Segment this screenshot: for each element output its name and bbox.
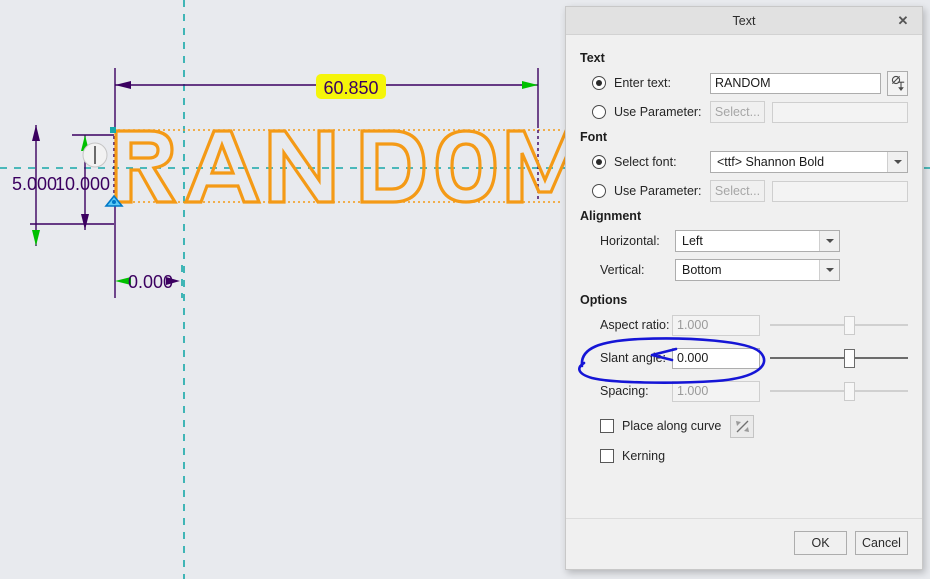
place-along-curve-row[interactable]: Place along curve bbox=[580, 414, 908, 438]
horizontal-alignment-dropdown[interactable]: Left bbox=[675, 230, 840, 252]
spacing-slider[interactable] bbox=[770, 380, 908, 402]
text-parameter-field[interactable] bbox=[772, 101, 908, 123]
text-use-parameter-row[interactable]: Use Parameter: Select... bbox=[580, 101, 908, 123]
place-along-curve-icon[interactable] bbox=[730, 414, 755, 438]
kerning-label: Kerning bbox=[622, 449, 666, 463]
horizontal-alignment-row[interactable]: Horizontal: Left bbox=[580, 230, 908, 252]
height-lower-label: 5.000 bbox=[12, 174, 57, 194]
dialog-title: Text bbox=[732, 13, 756, 28]
select-font-label: Select font: bbox=[614, 155, 677, 169]
footer-divider bbox=[566, 518, 922, 519]
slant-angle-slider-track bbox=[770, 357, 908, 359]
slant-angle-label: Slant angle: bbox=[600, 351, 667, 365]
font-dropdown[interactable]: <ttf> Shannon Bold bbox=[710, 151, 908, 173]
section-header-options: Options bbox=[580, 293, 628, 307]
aspect-ratio-slider-track bbox=[770, 324, 908, 326]
select-font-row[interactable]: Select font: <ttf> Shannon Bold bbox=[580, 151, 908, 173]
aspect-ratio-row[interactable]: Aspect ratio: bbox=[580, 314, 908, 336]
vertical-constraint-icon[interactable] bbox=[82, 142, 108, 168]
font-select-parameter-button: Select... bbox=[710, 180, 765, 202]
kerning-row[interactable]: Kerning bbox=[580, 445, 908, 467]
slant-angle-field[interactable] bbox=[672, 347, 760, 369]
vertical-alignment-row[interactable]: Vertical: Bottom bbox=[580, 259, 908, 281]
spacing-field[interactable] bbox=[672, 380, 760, 402]
font-use-parameter-label: Use Parameter: bbox=[614, 184, 702, 198]
enter-text-label: Enter text: bbox=[614, 76, 671, 90]
horizontal-alignment-label: Horizontal: bbox=[600, 234, 660, 248]
vertical-alignment-value: Bottom bbox=[682, 263, 722, 277]
section-header-alignment: Alignment bbox=[580, 209, 642, 223]
text-select-parameter-button: Select... bbox=[710, 101, 765, 123]
horizontal-alignment-value: Left bbox=[682, 234, 703, 248]
slant-angle-slider[interactable] bbox=[770, 347, 908, 369]
dialog-titlebar[interactable]: Text ✕ bbox=[566, 7, 922, 35]
offset-dimension[interactable]: 0.000 bbox=[114, 203, 183, 298]
spacing-slider-thumb[interactable] bbox=[844, 382, 855, 401]
dialog-footer: OK Cancel bbox=[794, 531, 908, 555]
vertical-alignment-dropdown[interactable]: Bottom bbox=[675, 259, 840, 281]
place-along-curve-label: Place along curve bbox=[622, 419, 722, 433]
aspect-ratio-slider-thumb[interactable] bbox=[844, 316, 855, 335]
section-header-text: Text bbox=[580, 51, 605, 65]
close-icon[interactable]: ✕ bbox=[890, 7, 916, 34]
enter-text-radio[interactable] bbox=[592, 76, 606, 90]
spacing-row[interactable]: Spacing: bbox=[580, 380, 908, 402]
slant-angle-slider-thumb[interactable] bbox=[844, 349, 855, 368]
insert-symbol-icon[interactable] bbox=[887, 70, 908, 96]
select-font-radio[interactable] bbox=[592, 155, 606, 169]
cancel-button[interactable]: Cancel bbox=[855, 531, 908, 555]
offset-label: 0.000 bbox=[128, 272, 173, 292]
font-dropdown-value: <ttf> Shannon Bold bbox=[717, 155, 825, 169]
text-input[interactable] bbox=[710, 72, 881, 94]
font-parameter-field[interactable] bbox=[772, 180, 908, 202]
spacing-label: Spacing: bbox=[600, 384, 649, 398]
width-dimension-label: 60.850 bbox=[323, 78, 378, 98]
width-dimension[interactable]: 60.850 bbox=[114, 68, 539, 128]
ok-button[interactable]: OK bbox=[794, 531, 847, 555]
chevron-down-icon[interactable] bbox=[819, 231, 839, 251]
section-header-font: Font bbox=[580, 130, 608, 144]
aspect-ratio-label: Aspect ratio: bbox=[600, 318, 670, 332]
font-use-parameter-row[interactable]: Use Parameter: Select... bbox=[580, 180, 908, 202]
font-use-parameter-radio[interactable] bbox=[592, 184, 606, 198]
text-dialog[interactable]: Text ✕ Text Enter text: Use Parameter: bbox=[565, 6, 923, 570]
chevron-down-icon[interactable] bbox=[819, 260, 839, 280]
text-use-parameter-radio[interactable] bbox=[592, 105, 606, 119]
spacing-slider-track bbox=[770, 390, 908, 392]
sketch-text-outline[interactable] bbox=[114, 129, 584, 204]
sketch-start-point bbox=[110, 127, 116, 133]
aspect-ratio-slider[interactable] bbox=[770, 314, 908, 336]
slant-angle-row[interactable]: Slant angle: bbox=[580, 347, 908, 369]
chevron-down-icon[interactable] bbox=[887, 152, 907, 172]
aspect-ratio-field[interactable] bbox=[672, 314, 760, 336]
place-along-curve-checkbox[interactable] bbox=[600, 419, 614, 433]
vertical-alignment-label: Vertical: bbox=[600, 263, 645, 277]
height-upper-label: 10.000 bbox=[55, 174, 110, 194]
text-use-parameter-label: Use Parameter: bbox=[614, 105, 702, 119]
enter-text-row[interactable]: Enter text: bbox=[580, 70, 908, 96]
kerning-checkbox[interactable] bbox=[600, 449, 614, 463]
